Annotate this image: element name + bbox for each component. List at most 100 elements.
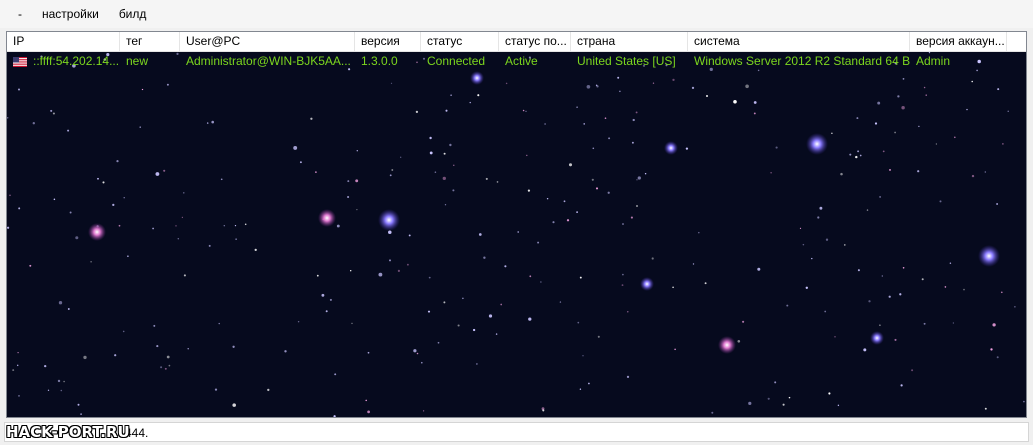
column-header-ip[interactable]: IP bbox=[7, 32, 120, 51]
star bbox=[355, 179, 359, 183]
bright-star bbox=[806, 133, 828, 155]
star bbox=[77, 403, 80, 406]
column-header-system[interactable]: система bbox=[688, 32, 910, 51]
star bbox=[164, 367, 167, 370]
star bbox=[559, 301, 562, 303]
star bbox=[315, 171, 317, 173]
star bbox=[990, 348, 993, 351]
star bbox=[177, 237, 180, 240]
column-header-user-pc[interactable]: User@PC bbox=[180, 32, 355, 51]
star bbox=[299, 161, 302, 164]
star bbox=[888, 295, 891, 298]
bright-star bbox=[978, 245, 1000, 267]
cell-account-version: Admin bbox=[916, 54, 951, 68]
star bbox=[911, 369, 914, 372]
star bbox=[476, 363, 478, 365]
star bbox=[267, 388, 270, 392]
column-header-tag[interactable]: тег bbox=[120, 32, 180, 51]
star bbox=[849, 153, 852, 156]
star bbox=[630, 216, 633, 219]
star bbox=[122, 330, 125, 333]
star bbox=[472, 328, 476, 332]
menu-bar: - настройки билд bbox=[0, 0, 1033, 28]
column-header-version[interactable]: версия bbox=[355, 32, 421, 51]
star bbox=[127, 255, 129, 258]
star bbox=[156, 345, 159, 348]
column-header-status[interactable]: статус bbox=[421, 32, 499, 51]
menu-item-settings[interactable]: настройки bbox=[32, 4, 109, 24]
star bbox=[67, 308, 70, 310]
star bbox=[517, 231, 520, 233]
star bbox=[840, 172, 843, 176]
star bbox=[608, 137, 611, 140]
star bbox=[855, 155, 858, 159]
star bbox=[917, 170, 920, 173]
star bbox=[211, 120, 214, 124]
watermark-logo: HACK-PORT.RU bbox=[6, 423, 130, 441]
column-header-status-po[interactable]: статус по... bbox=[499, 32, 571, 51]
star bbox=[631, 141, 634, 144]
star bbox=[1014, 306, 1016, 308]
star bbox=[505, 82, 508, 85]
menu-item-build[interactable]: билд bbox=[109, 4, 157, 24]
star bbox=[627, 311, 629, 313]
star bbox=[651, 257, 654, 260]
star bbox=[617, 76, 620, 79]
star bbox=[824, 310, 827, 313]
star bbox=[939, 200, 942, 203]
status-bar: 444. bbox=[0, 420, 1033, 445]
star bbox=[817, 216, 820, 219]
column-header-account-version[interactable]: версия аккаун... bbox=[910, 32, 1007, 51]
bright-star bbox=[470, 71, 484, 85]
star bbox=[954, 136, 956, 139]
star bbox=[757, 267, 761, 271]
star bbox=[775, 146, 778, 149]
star bbox=[805, 286, 808, 289]
star bbox=[254, 248, 257, 252]
star bbox=[597, 335, 600, 338]
star bbox=[621, 284, 624, 287]
star bbox=[9, 194, 11, 197]
star bbox=[390, 82, 393, 84]
star bbox=[637, 176, 641, 180]
star bbox=[636, 179, 638, 181]
star bbox=[206, 122, 209, 124]
star bbox=[284, 350, 287, 353]
clients-list-view[interactable]: IP тег User@PC версия статус статус по..… bbox=[6, 31, 1027, 418]
star bbox=[900, 384, 903, 387]
cell-ip: ::ffff:54.202.14... bbox=[7, 52, 120, 71]
cell-tag: new bbox=[126, 54, 149, 68]
star bbox=[29, 264, 32, 267]
star bbox=[996, 203, 998, 205]
star bbox=[44, 364, 47, 368]
star bbox=[923, 86, 926, 89]
star bbox=[788, 396, 791, 399]
star bbox=[997, 88, 1000, 91]
menu-item-dash[interactable]: - bbox=[8, 4, 32, 24]
star bbox=[828, 392, 831, 395]
column-header-filler bbox=[1007, 32, 1026, 51]
star bbox=[566, 219, 570, 222]
star bbox=[18, 395, 20, 397]
star bbox=[1023, 400, 1025, 403]
table-row[interactable]: ::ffff:54.202.14... new Administrator@WI… bbox=[7, 52, 1026, 71]
star bbox=[166, 355, 170, 359]
star bbox=[526, 154, 528, 157]
star bbox=[350, 270, 352, 272]
star bbox=[389, 174, 392, 177]
star bbox=[141, 88, 144, 91]
star bbox=[347, 195, 350, 199]
star bbox=[367, 410, 370, 414]
star bbox=[83, 355, 87, 360]
column-header-country[interactable]: страна bbox=[571, 32, 688, 51]
star bbox=[672, 286, 674, 289]
star bbox=[753, 112, 756, 115]
star bbox=[748, 401, 752, 406]
star bbox=[449, 143, 452, 147]
star bbox=[921, 278, 924, 281]
star bbox=[152, 227, 154, 230]
star bbox=[881, 275, 883, 277]
star bbox=[902, 266, 905, 269]
bright-star bbox=[378, 209, 400, 231]
star bbox=[592, 147, 595, 150]
